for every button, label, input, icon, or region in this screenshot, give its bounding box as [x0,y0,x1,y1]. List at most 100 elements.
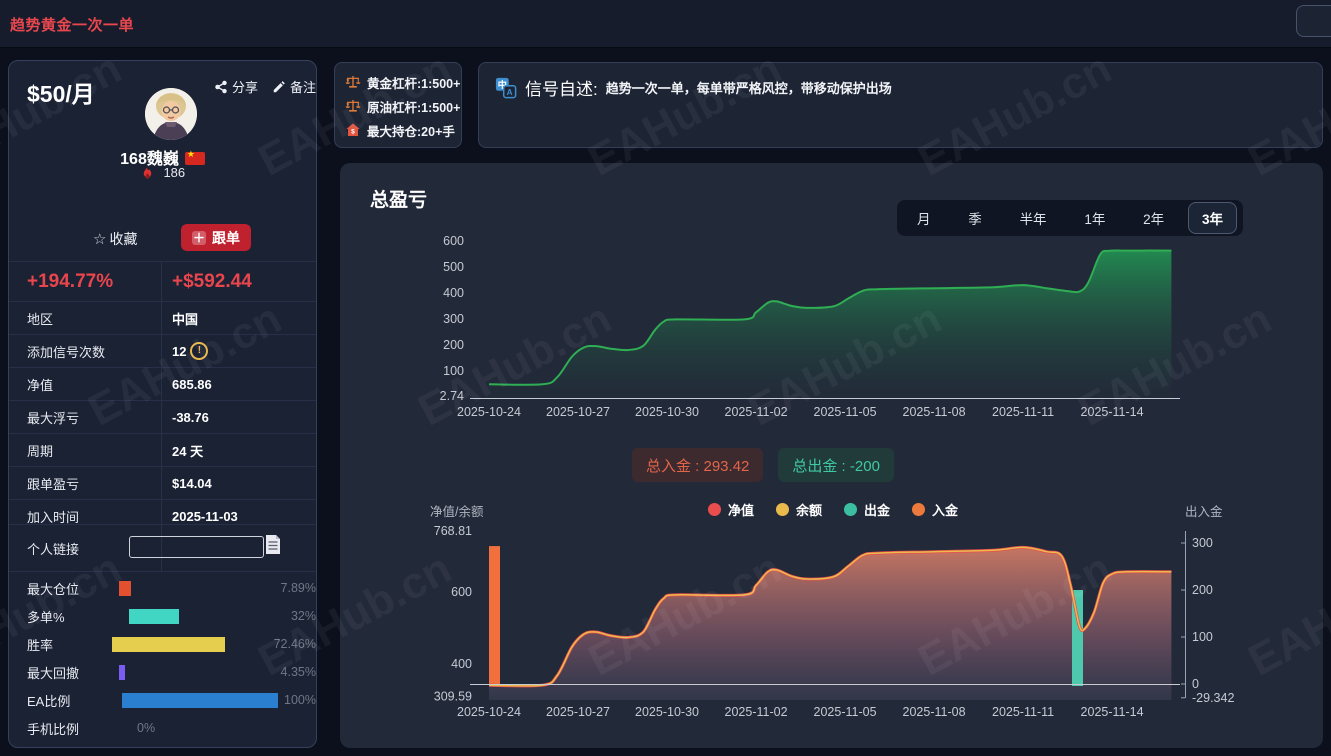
stat-row: 净值 685.86 [9,367,316,400]
right-axis-title: 出入金 [1185,505,1223,519]
warning-icon[interactable]: ! [190,342,209,360]
metric-label: EA比例 [27,693,71,709]
document-icon[interactable] [265,535,281,557]
metric-bar [111,636,225,652]
leverage-text: 最大持仓:20+手 [367,124,455,139]
heat-count: 186 [163,165,186,180]
svg-text:200: 200 [1192,583,1213,597]
metric-bar-row: 多单% 32% [9,602,316,630]
follow-label: 跟单 [212,229,240,246]
metric-bar-row: 最大仓位 7.89% [9,574,316,602]
favorite-button[interactable]: ☆ 收藏 [93,229,137,249]
china-flag-icon [184,149,205,165]
note-button[interactable]: 备注 [272,77,316,96]
left-axis-title: 净值/余额 [430,505,484,519]
signal-desc-title: 信号自述: [525,80,598,99]
stat-row: 地区 中国 [9,301,316,334]
personal-link-label: 个人链接 [27,542,80,557]
svg-text:2.74: 2.74 [440,389,464,403]
metric-bar-row: EA比例 100% [9,686,316,714]
page-title: 趋势黄金一次一单 [10,17,135,34]
svg-text:A: A [507,87,513,96]
follow-button[interactable]: ＋ 跟单 [181,224,251,251]
svg-text:2025-11-02: 2025-11-02 [725,405,788,419]
stat-label: 添加信号次数 [27,344,106,360]
legend-dot [844,503,858,516]
legend-item-出金[interactable]: 出金 [844,500,890,519]
metric-bars: 最大仓位 7.89% 多单% 32% 胜率 72.46% 最大回撤 4.35% EA比例 100%… [9,574,316,742]
leverage-item: 原油杠杆:1:500+ [345,94,461,118]
subscription-price: $50/月 [27,81,95,107]
svg-text:600: 600 [443,234,464,248]
svg-text:2025-11-08: 2025-11-08 [903,405,966,419]
top-bar: 趋势黄金一次一单 [0,0,1331,48]
share-label: 分享 [232,80,259,95]
svg-text:2025-11-14: 2025-11-14 [1081,705,1144,719]
scales-icon [345,98,361,114]
svg-text:0: 0 [1192,677,1199,691]
svg-text:768.81: 768.81 [434,524,472,538]
stat-row: 周期 24 天 [9,433,316,466]
totals-badges: 总入金 : 293.42 总出金 : -200 [632,448,894,482]
svg-text:2025-10-24: 2025-10-24 [457,405,521,419]
svg-text:-29.342: -29.342 [1192,691,1234,705]
metric-label: 多单% [27,609,65,625]
leverage-item: $ 最大持仓:20+手 [345,118,461,142]
metric-value: 72.46% [273,637,316,651]
legend-item-入金[interactable]: 入金 [912,500,958,519]
metric-bar-row: 手机比例 0% [9,714,316,742]
metric-bar [122,692,279,708]
stat-label: 加入时间 [27,509,80,525]
metric-label: 最大仓位 [27,581,80,597]
metric-label: 胜率 [27,637,54,653]
stats-table: +194.77% +$592.44 地区 中国添加信号次数 12! 净值 685.86 最… [9,261,316,532]
return-percent: +194.77% [27,270,114,292]
svg-text:100: 100 [1192,630,1213,644]
signal-description-box: 中 A 信号自述: 趋势一次一单，每单带严格风控，带移动保护出场 [478,62,1323,148]
signal-profile-card: $50/月 分享 备注 168魏巍 186 ☆收藏 [8,60,317,748]
avatar [145,88,197,140]
heat-row: 186 [9,165,316,180]
svg-text:300: 300 [1192,536,1213,550]
topbar-corner-button[interactable] [1296,5,1331,37]
profit-usd: +$592.44 [161,262,316,301]
stat-label: 净值 [27,377,54,393]
metric-value: 100% [284,693,316,707]
favorite-label: 收藏 [109,231,138,247]
house-dollar-icon: $ [345,122,361,138]
svg-text:2025-11-05: 2025-11-05 [814,405,877,419]
svg-text:2025-11-08: 2025-11-08 [903,705,966,719]
stat-value: 中国 [172,311,199,327]
stat-row: 最大浮亏 -38.76 [9,400,316,433]
svg-text:400: 400 [443,286,464,300]
stat-value: 12 [172,343,187,359]
legend-item-余额[interactable]: 余额 [776,500,822,519]
metric-bar-row: 最大回撤 4.35% [9,658,316,686]
svg-text:2025-10-30: 2025-10-30 [635,405,699,419]
metric-value: 32% [290,609,316,623]
legend-item-净值[interactable]: 净值 [708,500,754,519]
total-out-badge: 总出金 : -200 [778,448,894,482]
metric-value: 4.35% [280,665,316,679]
leverage-info-box: 黄金杠杆:1:500+ 原油杠杆:1:500+ $ 最大持仓:20+手 [334,62,462,148]
personal-link-input[interactable] [129,536,264,558]
stat-value: 24 天 [172,443,204,459]
share-button[interactable]: 分享 [214,77,258,96]
leverage-item: 黄金杠杆:1:500+ [345,70,461,94]
personal-link-row: 个人链接 [9,524,316,572]
svg-text:309.59: 309.59 [434,690,472,704]
translate-icon: 中 A [495,77,517,98]
stat-label: 周期 [27,443,54,459]
svg-text:200: 200 [443,338,464,352]
note-label: 备注 [290,80,317,95]
stat-label: 跟单盈亏 [27,476,80,492]
scales-icon [345,74,361,90]
metric-label: 手机比例 [27,721,80,737]
stat-label: 地区 [27,311,54,327]
metric-bar [118,580,131,596]
leverage-text: 原油杠杆:1:500+ [367,100,461,115]
star-icon: ☆ [93,231,107,248]
svg-text:2025-11-14: 2025-11-14 [1081,405,1144,419]
summary-row: +194.77% +$592.44 [9,261,316,301]
svg-text:2025-10-30: 2025-10-30 [635,705,699,719]
